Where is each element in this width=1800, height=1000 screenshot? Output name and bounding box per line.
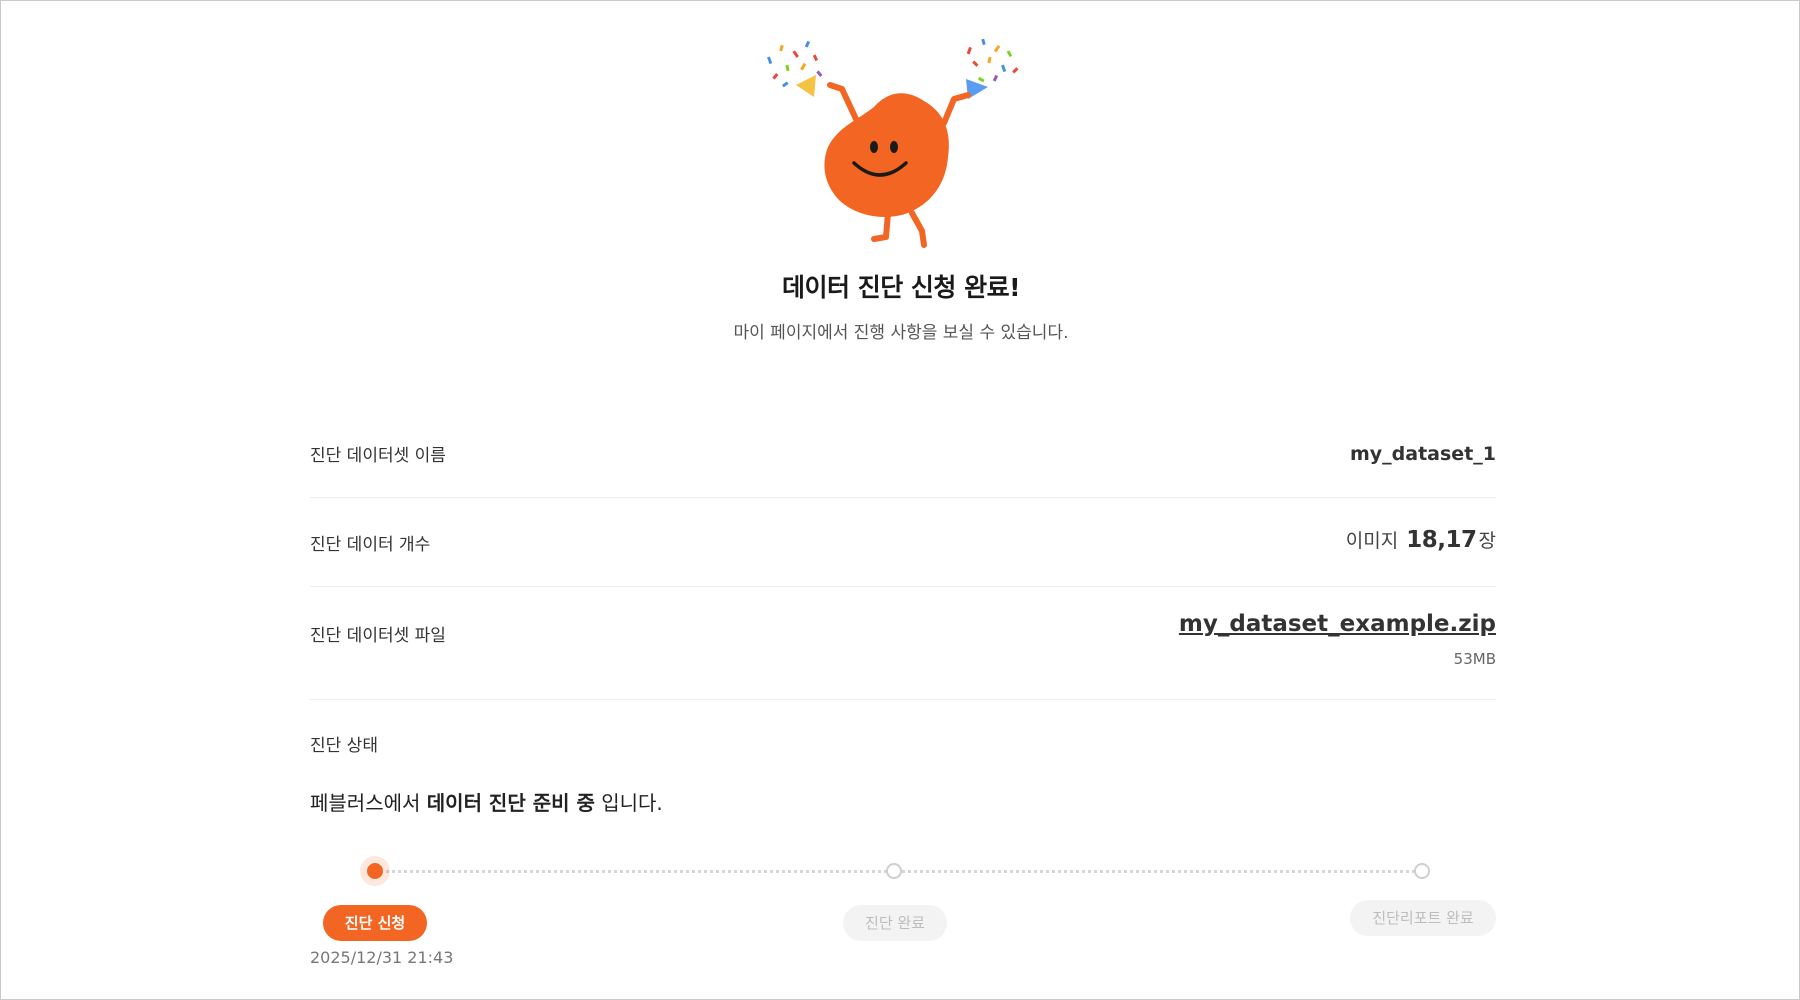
- step-3-indicator: [1414, 863, 1430, 879]
- dataset-name-value: my_dataset_1: [1350, 443, 1496, 465]
- step-3-badge: 진단리포트 완료: [1350, 900, 1496, 936]
- status-message: 페블러스에서 데이터 진단 준비 중 입니다.: [310, 787, 663, 816]
- dataset-file-size: 53MB: [1453, 650, 1496, 668]
- data-count-row: 진단 데이터 개수 이미지 18,17 장: [310, 498, 1496, 587]
- data-count-unit: 장: [1478, 530, 1496, 552]
- status-label: 진단 상태: [310, 736, 378, 756]
- confetti-right-icon: [966, 38, 1019, 99]
- completion-hero: 데이터 진단 신청 완료! 마이 페이지에서 진행 사항을 보실 수 있습니다.: [1, 1, 1799, 361]
- dataset-name-label: 진단 데이터셋 이름: [310, 446, 446, 466]
- step-1-date: 2025/12/31 21:43: [310, 948, 454, 967]
- page-frame: 데이터 진단 신청 완료! 마이 페이지에서 진행 사항을 보실 수 있습니다.…: [0, 0, 1800, 1000]
- dataset-file-row: 진단 데이터셋 파일 my_dataset_example.zip 53MB: [310, 587, 1496, 700]
- data-count-number: 18,17: [1406, 527, 1477, 553]
- step-1-indicator: [367, 863, 383, 879]
- dataset-name-row: 진단 데이터셋 이름 my_dataset_1: [310, 421, 1496, 498]
- data-count-prefix: 이미지: [1345, 530, 1399, 552]
- dataset-file-label: 진단 데이터셋 파일: [310, 626, 446, 646]
- step-1-badge: 진단 신청: [323, 905, 427, 941]
- status-message-suffix: 입니다.: [594, 791, 663, 815]
- dataset-name-text: my_dataset_1: [1349, 443, 1496, 465]
- step-2-badge: 진단 완료: [843, 905, 947, 941]
- page-title: 데이터 진단 신청 완료!: [781, 273, 1021, 302]
- confetti-left-icon: [767, 40, 823, 97]
- dataset-file-link[interactable]: my_dataset_example.zip: [1179, 611, 1496, 637]
- celebration-mascot-icon: [767, 38, 1019, 248]
- page-subtitle: 마이 페이지에서 진행 사항을 보실 수 있습니다.: [733, 323, 1069, 343]
- data-count-label: 진단 데이터 개수: [310, 535, 431, 555]
- status-message-highlight: 데이터 진단 준비 중: [426, 791, 595, 815]
- data-count-value: 이미지 18,17 장: [1346, 526, 1496, 553]
- step-2-indicator: [886, 863, 902, 879]
- dataset-file-value: my_dataset_example.zip: [1179, 611, 1496, 637]
- status-message-prefix: 페블러스에서: [310, 791, 427, 815]
